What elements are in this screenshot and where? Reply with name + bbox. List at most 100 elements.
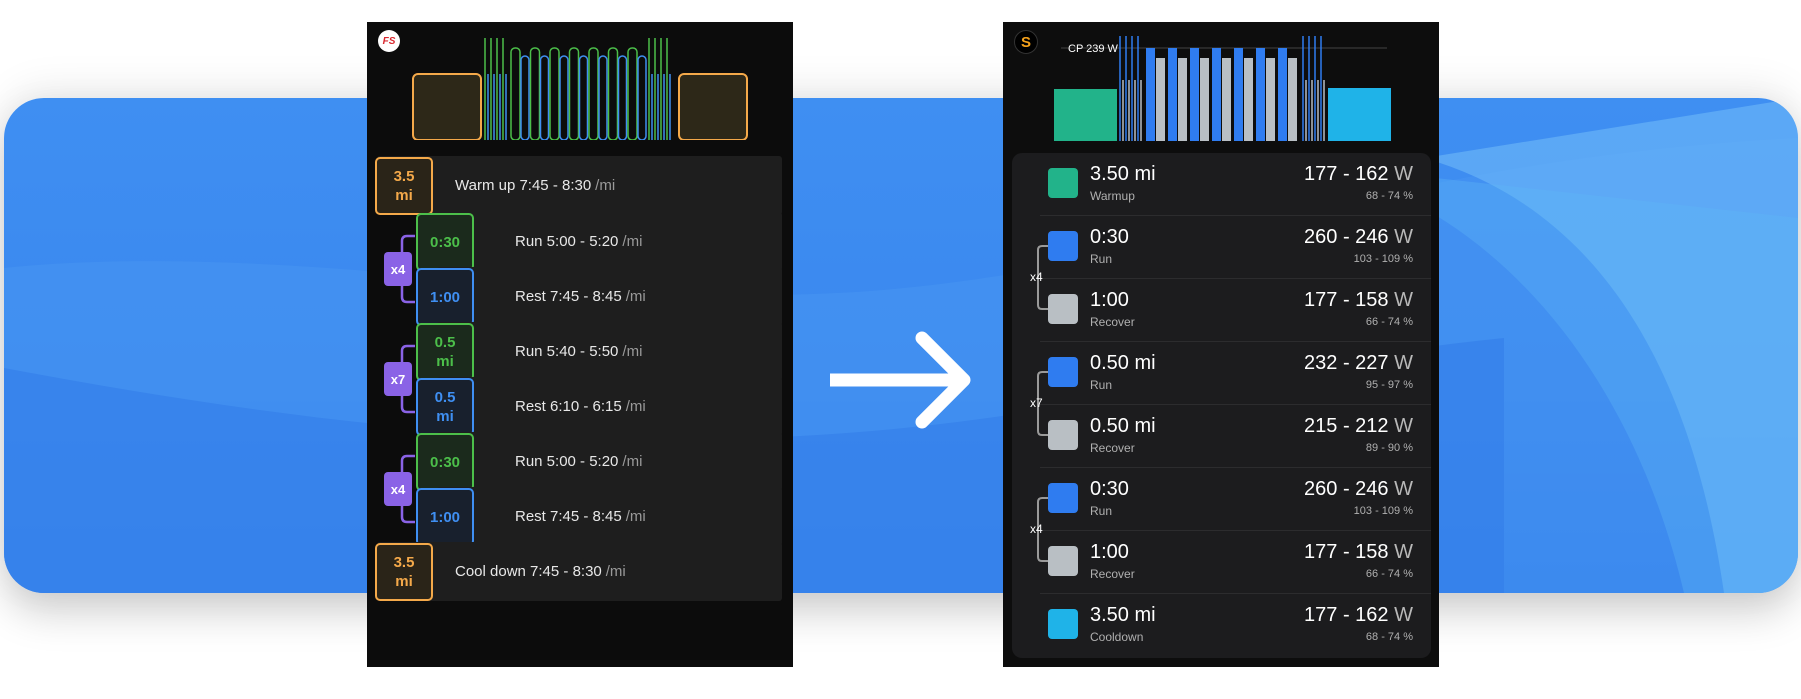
interval-row[interactable]: 0.50 mi Recover 215 - 212 W 89 - 90 % bbox=[1012, 405, 1431, 468]
interval-row[interactable]: 3.50 mi Cooldown 177 - 162 W 68 - 74 % bbox=[1012, 594, 1431, 657]
power-values: 215 - 212 bbox=[1304, 415, 1389, 437]
pace-unit: /mi bbox=[595, 177, 616, 194]
pace-unit: /mi bbox=[622, 343, 643, 360]
chart-run-bar bbox=[1278, 48, 1287, 141]
right-phone-screen: S CP 239 W 3.50 mi Warmup 177 - 162 W 68 - … bbox=[1003, 22, 1439, 667]
chart-rest-bar bbox=[637, 55, 647, 140]
chart-rest-bar bbox=[539, 55, 550, 140]
zone-color-swatch bbox=[1048, 483, 1078, 513]
chart-cooldown-block bbox=[678, 73, 748, 140]
zone-color-swatch bbox=[1048, 546, 1078, 576]
interval-type: Run bbox=[1090, 378, 1113, 392]
interval-step[interactable]: Rest 6:10 - 6:15/mi bbox=[437, 377, 782, 436]
chart-run-bar bbox=[1168, 48, 1177, 141]
interval-duration: 0.50 mi bbox=[1090, 415, 1156, 437]
pace-unit: /mi bbox=[622, 453, 643, 470]
cp-label: CP 239 W bbox=[1068, 43, 1119, 55]
step-target-value: mi bbox=[436, 353, 454, 370]
interval-type: Recover bbox=[1090, 315, 1135, 329]
chart-run-bar bbox=[568, 47, 580, 140]
chart-warmup-block bbox=[412, 73, 482, 140]
interval-step[interactable]: Run 5:00 - 5:20/mi bbox=[437, 212, 782, 271]
chart-run-bar bbox=[529, 47, 541, 140]
zone-color-swatch bbox=[1048, 420, 1078, 450]
power-range: 177 - 162 W bbox=[1304, 163, 1413, 186]
pace-unit: /mi bbox=[625, 288, 646, 305]
zone-color-swatch bbox=[1048, 357, 1078, 387]
repeat-count-badge[interactable]: x4 bbox=[384, 472, 412, 506]
cp-percent: 66 - 74 % bbox=[1365, 568, 1413, 580]
power-unit: W bbox=[1394, 352, 1413, 374]
interval-step[interactable]: Run 5:40 - 5:50/mi bbox=[437, 322, 782, 381]
step-target-value: mi bbox=[436, 408, 454, 425]
power-unit: W bbox=[1394, 289, 1413, 311]
interval-type: Run bbox=[1090, 504, 1113, 518]
interval-row[interactable]: 1:00 Recover 177 - 158 W 66 - 74 % bbox=[1012, 279, 1431, 342]
power-range: 177 - 158 W bbox=[1304, 541, 1413, 564]
step-target-value: mi bbox=[395, 187, 413, 204]
interval-duration: 0:30 bbox=[1090, 478, 1129, 500]
chart-run-bar bbox=[1190, 48, 1199, 141]
pace-unit: /mi bbox=[625, 398, 646, 415]
repeat-count-badge[interactable]: x7 bbox=[384, 362, 412, 396]
interval-duration: 3.50 mi bbox=[1090, 163, 1156, 185]
step-target-value: 0:30 bbox=[429, 453, 461, 471]
interval-type: Recover bbox=[1090, 441, 1135, 455]
interval-row[interactable]: 0:30 Run 260 - 246 W 103 - 109 % bbox=[1012, 216, 1431, 279]
chart-rest-bar bbox=[1200, 58, 1209, 141]
cp-percent: 89 - 90 % bbox=[1365, 442, 1413, 454]
interval-step[interactable]: Run 5:00 - 5:20/mi bbox=[437, 432, 782, 491]
chart-run-bar bbox=[1212, 48, 1221, 141]
chart-cooldown-block bbox=[1328, 88, 1391, 141]
interval-row[interactable]: 1:00 Recover 177 - 158 W 66 - 74 % bbox=[1012, 531, 1431, 594]
interval-duration: 0.50 mi bbox=[1090, 352, 1156, 374]
cp-percent: 95 - 97 % bbox=[1365, 379, 1413, 391]
power-range: 215 - 212 W bbox=[1304, 415, 1413, 438]
zone-color-swatch bbox=[1048, 231, 1078, 261]
chart-run-bar bbox=[549, 47, 560, 140]
interval-row[interactable]: 3.50 mi Warmup 177 - 162 W 68 - 74 % bbox=[1012, 153, 1431, 216]
step-target-box: 1:00 bbox=[416, 268, 474, 326]
warmup-step[interactable]: Warm up 7:45 - 8:30/mi bbox=[377, 156, 782, 215]
step-target-value: 0:30 bbox=[429, 233, 461, 251]
interval-type: Cooldown bbox=[1090, 630, 1144, 644]
power-unit: W bbox=[1394, 541, 1413, 563]
step-target-value: mi bbox=[395, 573, 413, 590]
chart-rest-bar bbox=[1156, 58, 1165, 141]
power-unit: W bbox=[1394, 604, 1413, 626]
repeat-count: x7 bbox=[1030, 395, 1043, 410]
repeat-count: x4 bbox=[1030, 521, 1043, 536]
chart-rest-bar bbox=[1244, 58, 1253, 141]
arrow-right-icon bbox=[830, 331, 971, 429]
interval-type: Recover bbox=[1090, 567, 1135, 581]
interval-type: Warmup bbox=[1090, 189, 1135, 203]
interval-duration: 0:30 bbox=[1090, 226, 1129, 248]
chart-run-bar bbox=[1234, 48, 1243, 141]
step-target-value: 0.5 bbox=[434, 389, 456, 406]
interval-list: 3.50 mi Warmup 177 - 162 W 68 - 74 % 0:30 Run… bbox=[1012, 153, 1431, 658]
power-values: 260 - 246 bbox=[1304, 226, 1389, 248]
power-values: 177 - 162 bbox=[1304, 604, 1389, 626]
repeat-count-badge[interactable]: x4 bbox=[384, 252, 412, 286]
zone-color-swatch bbox=[1048, 609, 1078, 639]
power-range: 232 - 227 W bbox=[1304, 352, 1413, 375]
interval-row[interactable]: 0.50 mi Run 232 - 227 W 95 - 97 % bbox=[1012, 342, 1431, 405]
power-range: 177 - 162 W bbox=[1304, 604, 1413, 627]
cooldown-step[interactable]: Cool down 7:45 - 8:30/mi bbox=[377, 542, 782, 601]
interval-step[interactable]: Rest 7:45 - 8:45/mi bbox=[437, 267, 782, 326]
interval-step[interactable]: Rest 7:45 - 8:45/mi bbox=[437, 487, 782, 546]
cp-percent: 103 - 109 % bbox=[1353, 505, 1413, 517]
power-values: 260 - 246 bbox=[1304, 478, 1389, 500]
chart-rest-bar bbox=[1288, 58, 1297, 141]
power-range: 260 - 246 W bbox=[1304, 478, 1413, 501]
chart-rest-bar bbox=[1178, 58, 1187, 141]
pace-unit: /mi bbox=[622, 233, 643, 250]
interval-row[interactable]: 0:30 Run 260 - 246 W 103 - 109 % bbox=[1012, 468, 1431, 531]
step-target-value: 1:00 bbox=[429, 288, 461, 306]
chart-rest-bar bbox=[617, 55, 628, 140]
power-unit: W bbox=[1394, 226, 1413, 248]
power-values: 177 - 162 bbox=[1304, 163, 1389, 185]
step-target-value: 3.5 bbox=[393, 554, 415, 571]
step-target-box: 0:30 bbox=[416, 433, 474, 491]
cp-percent: 103 - 109 % bbox=[1353, 253, 1413, 265]
